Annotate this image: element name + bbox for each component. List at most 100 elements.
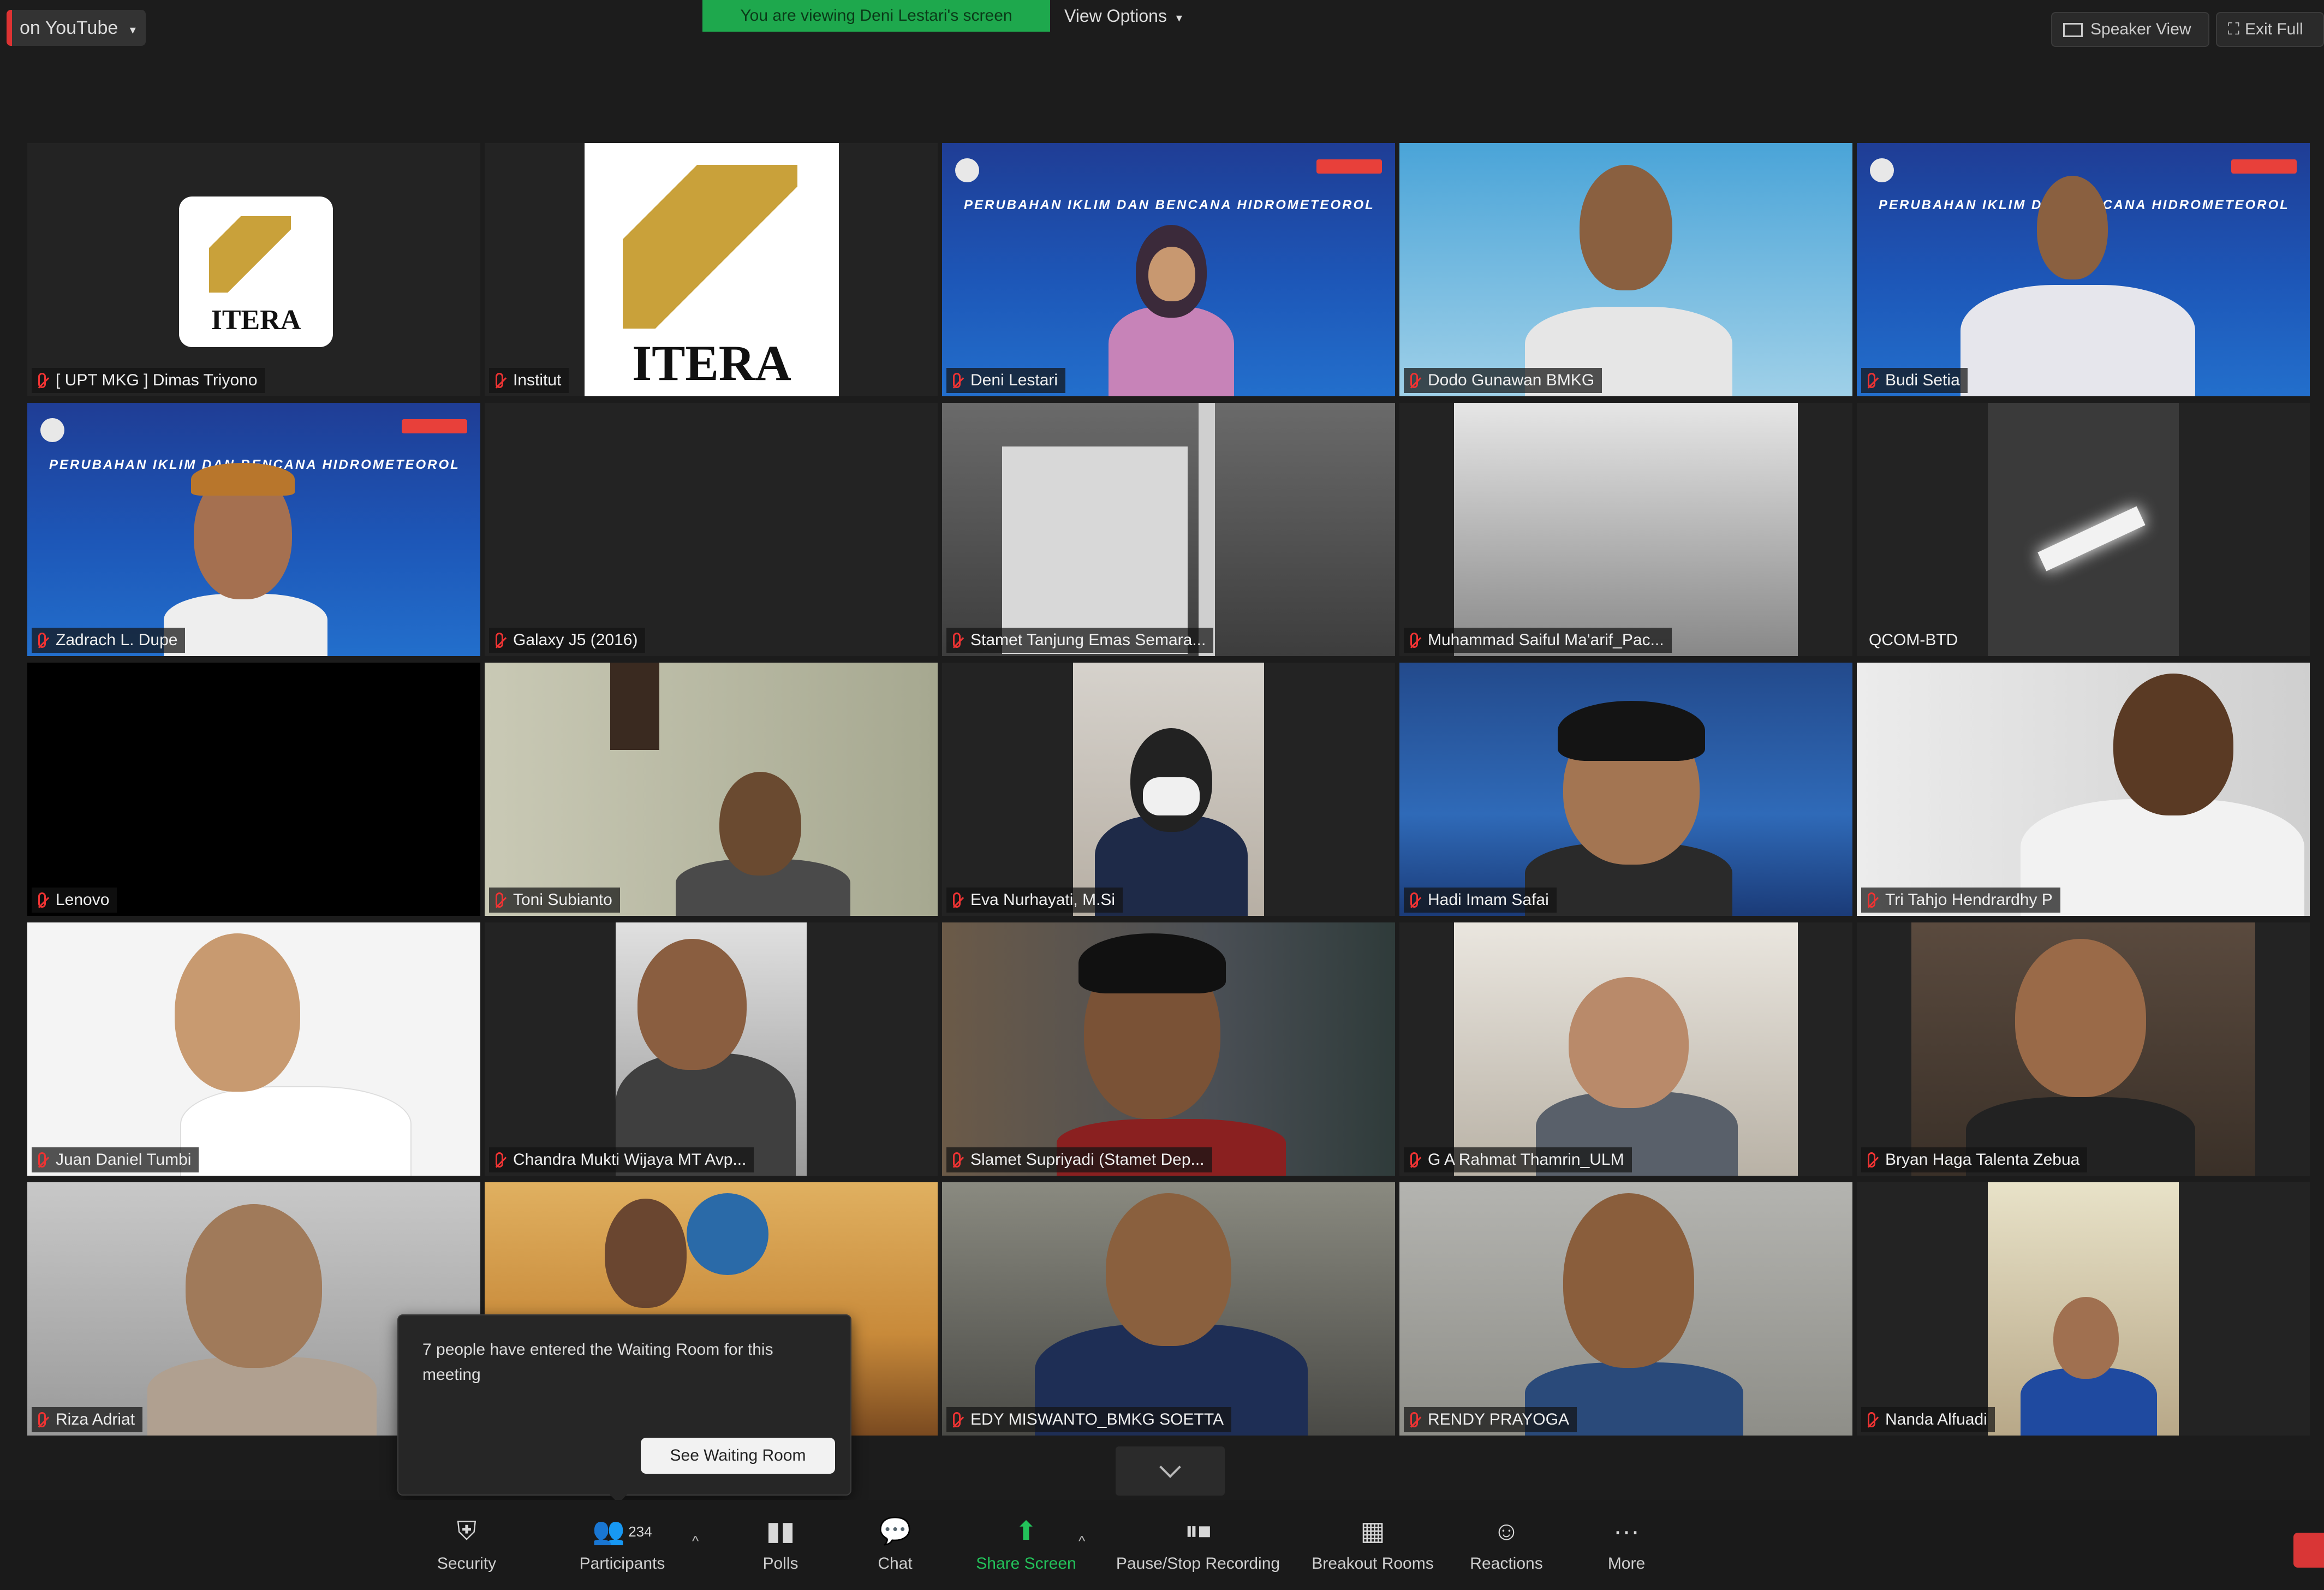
video-tile[interactable]: ITERA Institut <box>485 143 938 396</box>
participants-options-caret[interactable]: ^ <box>692 1533 699 1550</box>
waiting-room-message: 7 people have entered the Waiting Room f… <box>422 1341 773 1384</box>
participant-name: Tri Tahjo Hendrardhy P <box>1861 888 2060 913</box>
reactions-button[interactable]: ☺ Reactions <box>1463 1516 1550 1582</box>
hair <box>1558 701 1705 761</box>
view-options-button[interactable]: View Options ▾ <box>1064 3 1182 28</box>
person-face <box>719 772 801 876</box>
video-tile[interactable]: G A Rahmat Thamrin_ULM <box>1399 922 1852 1176</box>
person <box>1109 307 1234 396</box>
muted-mic-icon <box>1410 373 1418 388</box>
participants-icon: 👥 234 <box>592 1517 652 1546</box>
chat-button[interactable]: 💬 Chat <box>868 1516 922 1582</box>
speaker-view-icon <box>2063 23 2083 38</box>
polls-button[interactable]: ▮▮ Polls <box>753 1516 808 1582</box>
video-tile[interactable]: Muhammad Saiful Ma'arif_Pac... <box>1399 403 1852 656</box>
person-face <box>186 1204 322 1368</box>
video-tile[interactable]: EDY MISWANTO_BMKG SOETTA <box>942 1182 1395 1436</box>
video-tile[interactable]: Slamet Supriyadi (Stamet Dep... <box>942 922 1395 1176</box>
participant-name: QCOM-BTD <box>1869 631 1958 649</box>
bmkg-logo-icon <box>955 158 979 182</box>
itera-logo: ITERA <box>179 196 333 347</box>
chevron-down-icon: ▾ <box>1176 11 1182 25</box>
video-tile[interactable]: RENDY PRAYOGA <box>1399 1182 1852 1436</box>
person-face <box>2037 176 2108 279</box>
end-meeting-button[interactable] <box>2293 1533 2324 1568</box>
pause-stop-icon: ⏸⏹ <box>1184 1517 1211 1546</box>
participant-name: Stamet Tanjung Emas Semara... <box>946 628 1214 653</box>
participant-name: Lenovo <box>32 888 117 913</box>
video-tile[interactable]: QCOM-BTD <box>1857 403 2310 656</box>
video-tile[interactable]: Toni Subianto <box>485 663 938 916</box>
meeting-toolbar: ⛨ Security 👥 234 Participants ^ ▮▮ Polls … <box>0 1500 2324 1590</box>
participant-name: Institut <box>489 368 569 393</box>
exit-fullscreen-button[interactable]: ⛶ Exit Full <box>2216 12 2324 47</box>
participant-name: EDY MISWANTO_BMKG SOETTA <box>946 1407 1231 1432</box>
muted-mic-icon <box>1868 1152 1875 1168</box>
video-tile[interactable]: Juan Daniel Tumbi <box>27 922 480 1176</box>
video-tile[interactable]: PERUBAHAN IKLIM DAN BENCANA HIDROMETEORO… <box>1857 143 2310 396</box>
video-feed <box>1988 403 2179 656</box>
video-tile[interactable]: Eva Nurhayati, M.Si <box>942 663 1395 916</box>
see-waiting-room-button[interactable]: See Waiting Room <box>641 1438 835 1474</box>
video-tile[interactable]: ITERA [ UPT MKG ] Dimas Triyono <box>27 143 480 396</box>
video-tile[interactable]: Hadi Imam Safai <box>1399 663 1852 916</box>
muted-mic-icon <box>496 373 503 388</box>
video-tile[interactable]: PERUBAHAN IKLIM DAN BENCANA HIDROMETEORO… <box>942 143 1395 396</box>
video-tile[interactable]: Chandra Mukti Wijaya MT Avp... <box>485 922 938 1176</box>
itera-logo: ITERA <box>585 143 839 396</box>
person-face <box>2113 674 2233 815</box>
top-bar: on YouTube ▾ You are viewing Deni Lestar… <box>0 0 2324 60</box>
video-tile[interactable]: Galaxy J5 (2016) <box>485 403 938 656</box>
muted-mic-icon <box>1868 892 1875 908</box>
muted-mic-icon <box>1410 892 1418 908</box>
participant-name: G A Rahmat Thamrin_ULM <box>1404 1147 1632 1172</box>
muted-mic-icon <box>953 373 961 388</box>
video-tile[interactable]: Bryan Haga Talenta Zebua <box>1857 922 2310 1176</box>
muted-mic-icon <box>1410 1412 1418 1427</box>
video-tile-active-speaker[interactable]: PERUBAHAN IKLIM DAN BENCANA HIDROMETEORO… <box>27 403 480 656</box>
exit-fullscreen-icon: ⛶ <box>2228 20 2239 38</box>
wall-object <box>610 663 659 750</box>
share-options-caret[interactable]: ^ <box>1078 1533 1085 1550</box>
participants-count: 234 <box>628 1523 652 1540</box>
muted-mic-icon <box>953 1412 961 1427</box>
live-on-youtube-button[interactable]: on YouTube ▾ <box>7 10 146 46</box>
video-tile[interactable]: Stamet Tanjung Emas Semara... <box>942 403 1395 656</box>
chevron-down-icon <box>1159 1456 1181 1478</box>
person-face <box>2053 1297 2119 1379</box>
video-tile[interactable]: Nanda Alfuadi <box>1857 1182 2310 1436</box>
video-tile[interactable]: Lenovo <box>27 663 480 916</box>
chat-bubble-icon: 💬 <box>879 1517 911 1546</box>
participant-name: Juan Daniel Tumbi <box>32 1147 199 1172</box>
muted-mic-icon <box>38 1412 46 1427</box>
video-grid: ITERA [ UPT MKG ] Dimas Triyono ITERA In… <box>27 143 2311 1442</box>
person <box>2021 799 2304 916</box>
hide-toolbar-button[interactable] <box>1116 1446 1225 1496</box>
muted-mic-icon <box>496 1152 503 1168</box>
participant-name: Riza Adriat <box>32 1407 143 1432</box>
share-screen-button[interactable]: ⬆ Share Screen <box>972 1516 1081 1582</box>
video-tile[interactable]: Dodo Gunawan BMKG <box>1399 143 1852 396</box>
security-button[interactable]: ⛨ Security <box>431 1516 502 1582</box>
shield-icon: ⛨ <box>456 1517 476 1546</box>
person-face <box>605 1199 687 1308</box>
exit-fullscreen-label: Exit Full <box>2245 20 2303 38</box>
muted-mic-icon <box>38 892 46 908</box>
share-screen-icon: ⬆ <box>1015 1517 1038 1546</box>
speaker-view-button[interactable]: Speaker View <box>2051 12 2209 47</box>
participant-name: Nanda Alfuadi <box>1861 1407 1995 1432</box>
bar-chart-icon: ▮▮ <box>766 1517 795 1546</box>
muted-mic-icon <box>38 633 46 648</box>
breakout-rooms-button[interactable]: ▦ Breakout Rooms <box>1304 1516 1441 1582</box>
participant-name: Muhammad Saiful Ma'arif_Pac... <box>1404 628 1672 653</box>
participant-name: [ UPT MKG ] Dimas Triyono <box>32 368 265 393</box>
participant-name: Eva Nurhayati, M.Si <box>946 888 1123 913</box>
video-tile[interactable]: Tri Tahjo Hendrardhy P <box>1857 663 2310 916</box>
logo-emblem <box>687 1193 768 1275</box>
more-button[interactable]: ··· More <box>1594 1516 1659 1582</box>
participant-name: Galaxy J5 (2016) <box>489 628 646 653</box>
participants-button[interactable]: 👥 234 Participants <box>573 1516 671 1582</box>
itera-map-shape <box>209 216 291 293</box>
pause-stop-recording-button[interactable]: ⏸⏹ Pause/Stop Recording <box>1108 1516 1288 1582</box>
face-mask <box>1143 777 1200 815</box>
